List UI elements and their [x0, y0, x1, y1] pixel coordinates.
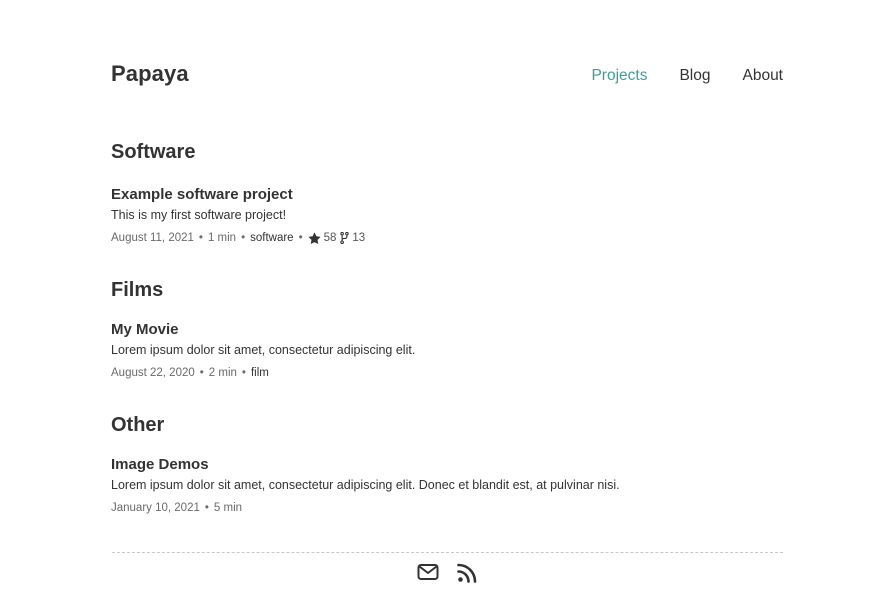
- post-read-time: 5 min: [213, 502, 243, 514]
- site-title[interactable]: Papaya: [111, 61, 189, 87]
- section-heading-software: Software: [111, 141, 196, 163]
- post-date: January 10, 2021: [111, 502, 200, 514]
- nav-about[interactable]: About: [742, 67, 783, 85]
- post-read-time: 2 min: [208, 367, 237, 379]
- post-title[interactable]: My Movie: [111, 320, 791, 340]
- footer-links: [417, 563, 477, 583]
- post-tag[interactable]: software: [250, 230, 293, 246]
- post-meta: August 11, 2021 • 1 min • software • 58 …: [111, 230, 791, 246]
- meta-separator: •: [241, 232, 246, 244]
- star-icon: [308, 232, 321, 244]
- rss-link[interactable]: [457, 563, 477, 583]
- meta-separator: •: [241, 367, 246, 379]
- nav-blog[interactable]: Blog: [679, 67, 710, 85]
- post-date: August 11, 2021: [111, 232, 194, 244]
- meta-separator: •: [199, 367, 204, 379]
- post-meta: January 10, 2021 • 5 min: [111, 500, 791, 516]
- post-title[interactable]: Image Demos: [111, 455, 791, 475]
- post-item: My Movie Lorem ipsum dolor sit amet, con…: [111, 320, 791, 381]
- post-meta: August 22, 2020 • 2 min • film: [111, 365, 791, 381]
- forks-value: 13: [352, 232, 366, 244]
- section-heading-films: Films: [111, 279, 164, 301]
- nav-projects[interactable]: Projects: [591, 67, 647, 85]
- forks-count[interactable]: 13: [340, 230, 365, 246]
- meta-separator: •: [198, 232, 203, 244]
- post-read-time: 1 min: [207, 232, 237, 244]
- post-date: August 22, 2020: [111, 367, 195, 379]
- stars-value: 58: [323, 232, 337, 244]
- page: Papaya Projects Blog About Software Exam…: [0, 0, 895, 607]
- email-link[interactable]: [417, 563, 439, 583]
- section-heading-other: Other: [111, 414, 165, 436]
- post-tag[interactable]: film: [251, 365, 269, 381]
- post-item: Example software project This is my firs…: [111, 185, 791, 246]
- post-description: Lorem ipsum dolor sit amet, consectetur …: [111, 478, 620, 492]
- rss-icon: [457, 563, 477, 583]
- post-title[interactable]: Example software project: [111, 185, 791, 205]
- post-description: Lorem ipsum dolor sit amet, consectetur …: [111, 343, 416, 357]
- footer-divider: [112, 552, 783, 553]
- post-description: This is my first software project!: [111, 208, 287, 222]
- main-nav: Projects Blog About: [591, 67, 783, 85]
- post-item: Image Demos Lorem ipsum dolor sit amet, …: [111, 455, 791, 516]
- meta-separator: •: [298, 232, 303, 244]
- envelope-icon: [417, 564, 439, 580]
- fork-icon: [340, 232, 350, 244]
- stars-count[interactable]: 58: [308, 230, 337, 246]
- meta-separator: •: [204, 502, 209, 514]
